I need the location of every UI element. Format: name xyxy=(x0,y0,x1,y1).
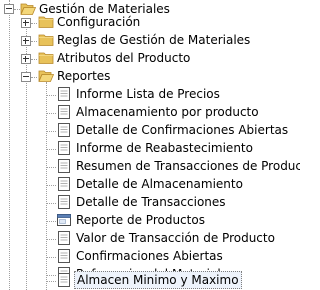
tree-branch-line xyxy=(47,167,56,168)
document-icon xyxy=(58,195,70,209)
document-icon xyxy=(58,141,70,155)
tree-leaf-almacenamiento-producto[interactable]: Almacenamiento por producto xyxy=(0,102,300,122)
tree-node-label: Reglas de Gestión de Materiales xyxy=(57,33,251,47)
tree-leaf-label: Detalle de Confirmaciones Abiertas xyxy=(76,123,289,137)
folder-closed-icon xyxy=(38,34,54,46)
tree-branch-line xyxy=(31,77,37,78)
tree-branch-line xyxy=(31,23,37,24)
document-icon xyxy=(58,249,70,263)
tree-leaf-informe-reabastecimiento[interactable]: Informe de Reabastecimiento xyxy=(0,138,300,158)
tree-leaf-label: Confirmaciones Abiertas xyxy=(76,249,223,263)
tree-node-label: Atributos del Producto xyxy=(57,51,191,65)
tree-leaf-almacen-minimo-maximo[interactable]: Almacen Minimo y Maximo xyxy=(0,270,300,290)
document-icon xyxy=(58,105,70,119)
tree-leaf-label: Reporte de Productos xyxy=(76,213,205,227)
folder-closed-icon xyxy=(38,52,54,64)
tree-leaf-detalle-confirmaciones-abiertas[interactable]: Detalle de Confirmaciones Abiertas xyxy=(0,120,300,140)
tree-leaf-resumen-transacciones-producto[interactable]: Resumen de Transacciones de Producto xyxy=(0,156,300,176)
tree-leaf-label: Valor de Transacción de Producto xyxy=(76,231,275,245)
tree-branch-line xyxy=(47,131,56,132)
tree-leaf-label: Detalle de Almacenamiento xyxy=(76,177,243,191)
tree-leaf-detalle-transacciones[interactable]: Detalle de Transacciones xyxy=(0,192,300,212)
document-icon xyxy=(58,87,70,101)
tree-branch-line xyxy=(47,203,56,204)
tree-leaf-label: Almacenamiento por producto xyxy=(76,105,259,119)
window-icon xyxy=(57,214,71,226)
tree-branch-line xyxy=(47,257,56,258)
tree-node-reglas-gestion-materiales[interactable]: Reglas de Gestión de Materiales xyxy=(0,30,300,50)
menu-tree: Gestión de Materiales Configuración Regl… xyxy=(0,0,300,290)
tree-node-atributos-producto[interactable]: Atributos del Producto xyxy=(0,48,300,68)
tree-leaf-detalle-almacenamiento[interactable]: Detalle de Almacenamiento xyxy=(0,174,300,194)
document-icon xyxy=(58,177,70,191)
tree-leaf-label-selected: Almacen Minimo y Maximo xyxy=(74,271,242,289)
tree-branch-line xyxy=(31,41,37,42)
tree-leaf-label: Informe Lista de Precios xyxy=(76,87,220,101)
expand-toggle-icon[interactable] xyxy=(21,18,31,28)
tree-node-reportes[interactable]: Reportes xyxy=(0,66,300,86)
tree-branch-line xyxy=(47,281,56,282)
folder-closed-icon xyxy=(38,16,54,28)
tree-branch-line xyxy=(47,221,56,222)
tree-leaf-label: Resumen de Transacciones de Producto xyxy=(76,159,300,173)
tree-leaf-label: Detalle de Transacciones xyxy=(76,195,226,209)
tree-leaf-informe-lista-precios[interactable]: Informe Lista de Precios xyxy=(0,84,300,104)
tree-branch-line xyxy=(47,149,56,150)
folder-open-icon xyxy=(38,70,54,82)
tree-leaf-label: Informe de Reabastecimiento xyxy=(76,141,253,155)
tree-leaf-confirmaciones-abiertas[interactable]: Confirmaciones Abiertas xyxy=(0,246,300,266)
tree-node-label: Reportes xyxy=(57,69,111,83)
tree-branch-line xyxy=(47,185,56,186)
document-icon xyxy=(58,159,70,173)
tree-node-configuracion[interactable]: Configuración xyxy=(0,12,300,32)
tree-leaf-valor-transaccion-producto[interactable]: Valor de Transacción de Producto xyxy=(0,228,300,248)
tree-branch-line xyxy=(47,95,56,96)
tree-node-label: Configuración xyxy=(57,15,141,29)
tree-branch-line xyxy=(47,239,56,240)
expand-toggle-icon[interactable] xyxy=(21,36,31,46)
expand-toggle-icon[interactable] xyxy=(21,54,31,64)
document-icon xyxy=(58,231,70,245)
tree-leaf-reporte-productos[interactable]: Reporte de Productos xyxy=(0,210,300,230)
tree-branch-line xyxy=(47,113,56,114)
tree-branch-line xyxy=(31,59,37,60)
document-icon xyxy=(58,273,70,287)
document-icon xyxy=(58,123,70,137)
collapse-toggle-icon[interactable] xyxy=(21,72,31,82)
